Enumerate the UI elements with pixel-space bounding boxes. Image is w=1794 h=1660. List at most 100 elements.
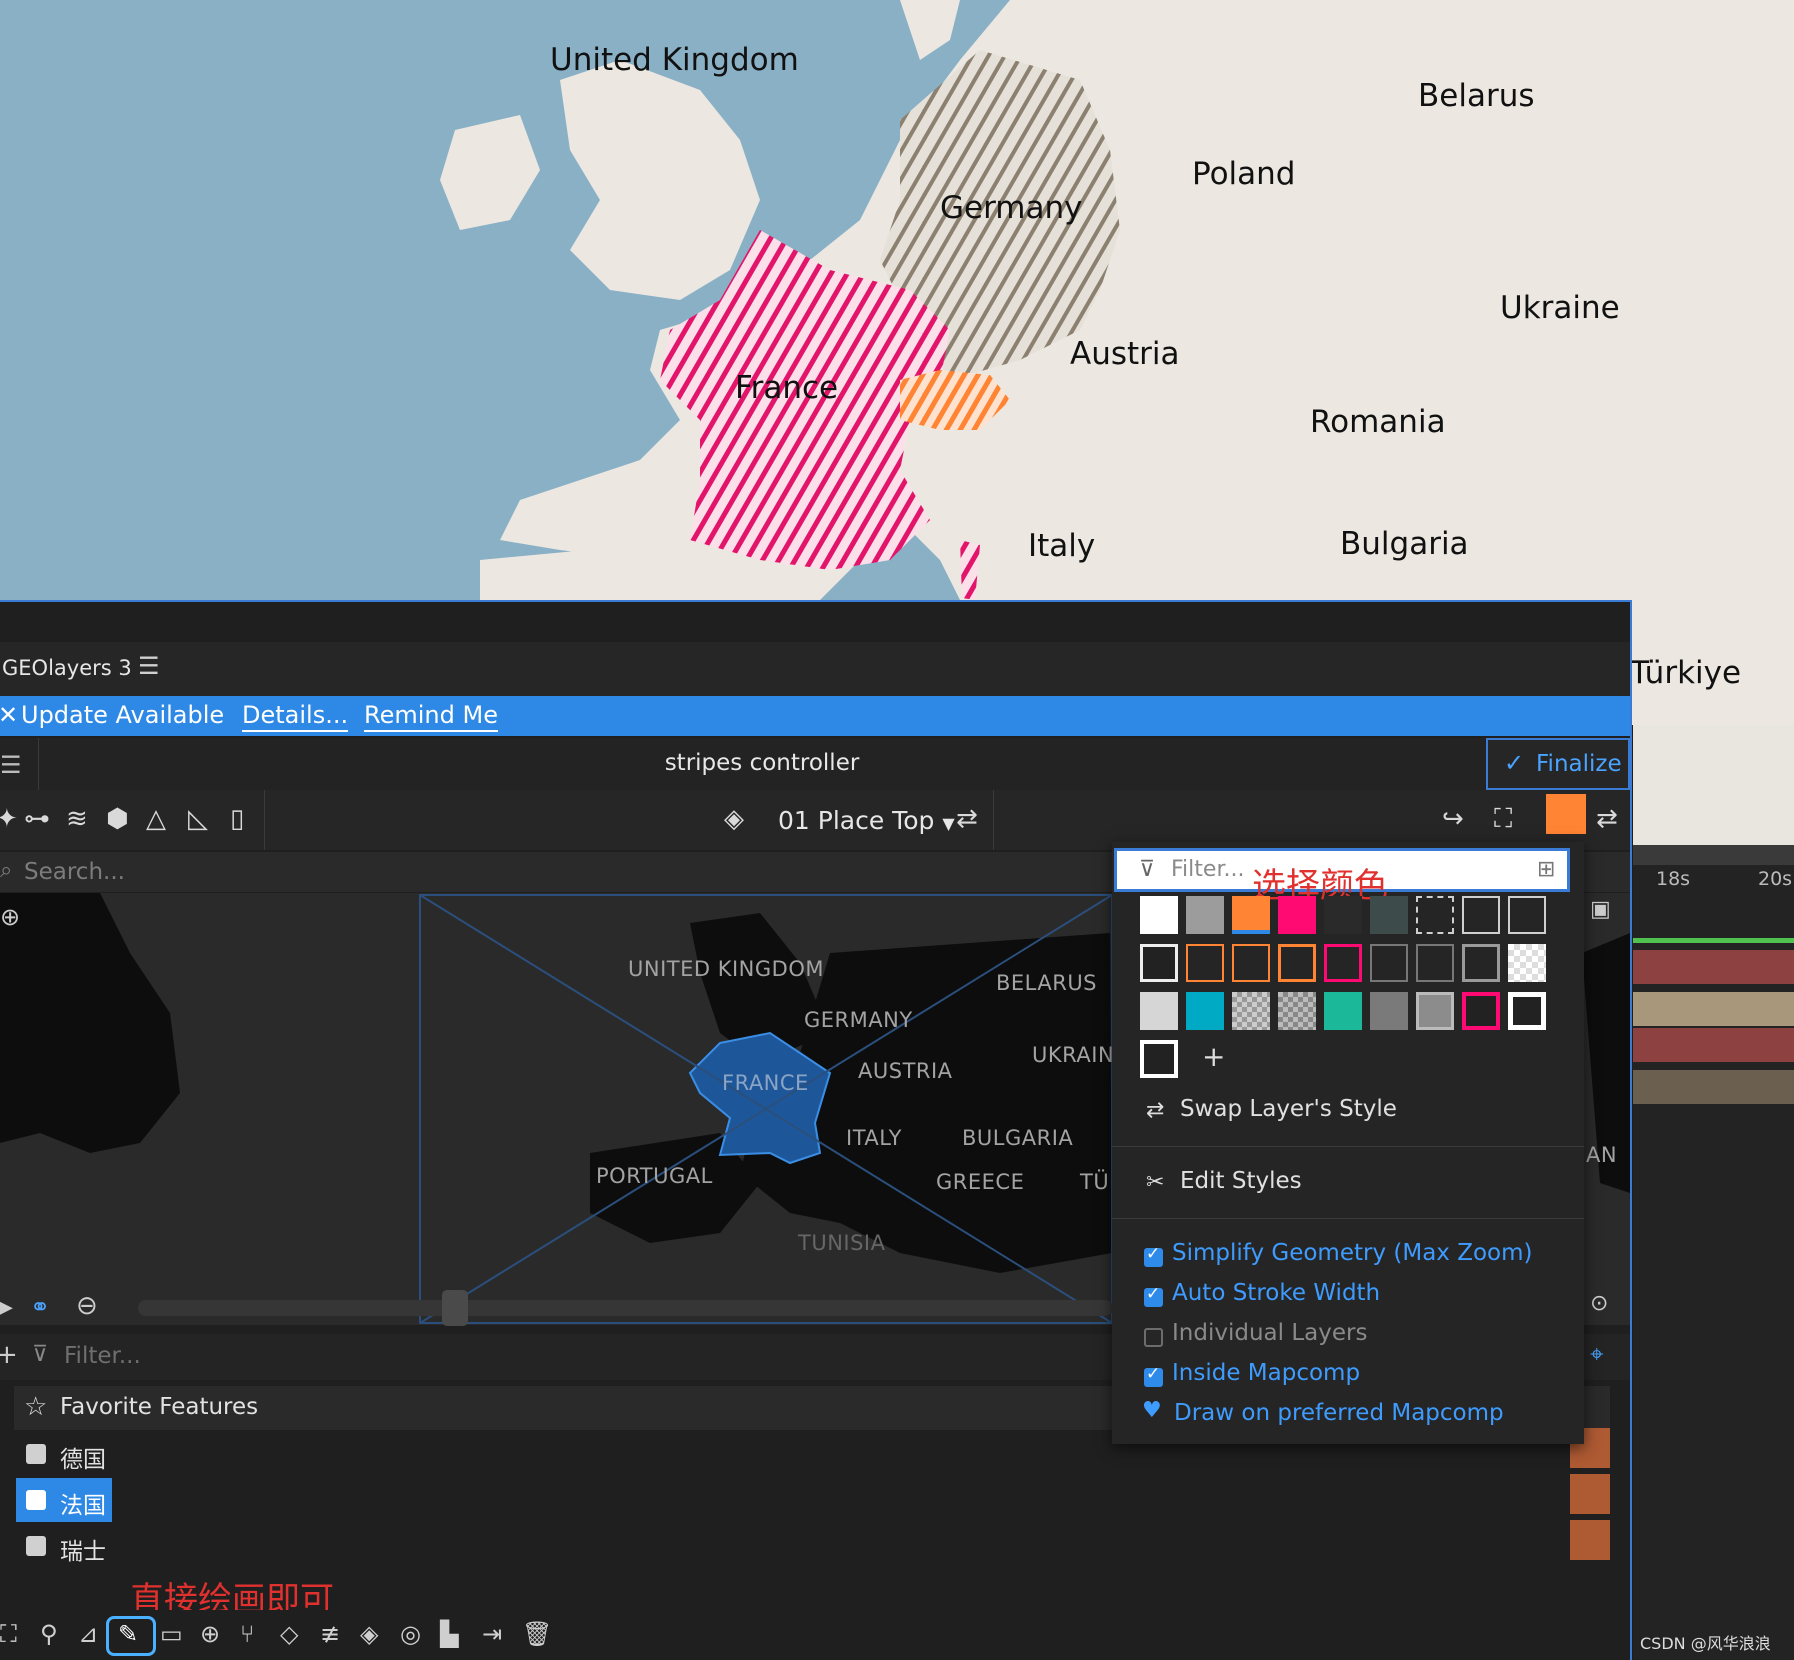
swap-icon[interactable]: ⇄ [1596, 804, 1618, 834]
crosshair-icon[interactable]: ⊕ [0, 903, 20, 931]
mountain-icon[interactable]: △ [146, 804, 166, 834]
tag-icon[interactable]: ⊿ [78, 1620, 98, 1648]
style-swatch[interactable] [1416, 944, 1454, 982]
style-preview-icon[interactable]: ◈ [724, 804, 744, 834]
pin-icon[interactable]: ✦ [0, 804, 18, 834]
style-swatch[interactable] [1324, 944, 1362, 982]
zoom-slider-handle[interactable] [442, 1290, 468, 1326]
target-icon[interactable]: ◎ [400, 1620, 421, 1648]
add-style-button[interactable]: + [1202, 1040, 1225, 1073]
route-icon[interactable]: ⑂ [240, 1620, 254, 1648]
style-swatch-selected[interactable] [1232, 896, 1270, 934]
simplify-geometry-checkbox[interactable] [1144, 1244, 1163, 1267]
folder-icon[interactable]: ▭ [160, 1620, 183, 1648]
style-swatch[interactable] [1324, 992, 1362, 1030]
style-swatch[interactable] [1278, 992, 1316, 1030]
swap-style-menu-item[interactable]: Swap Layer's Style [1180, 1096, 1397, 1122]
style-swatch[interactable] [1416, 896, 1454, 934]
style-swatch[interactable] [1324, 896, 1362, 934]
style-swatch[interactable] [1278, 896, 1316, 934]
code-file-icon[interactable]: ▯ [230, 804, 244, 834]
individual-layers-label[interactable]: Individual Layers [1172, 1320, 1367, 1346]
zoom-out-icon[interactable]: ⊖ [76, 1291, 98, 1321]
zoom-slider-track[interactable] [138, 1300, 1113, 1316]
edit-styles-menu-item[interactable]: Edit Styles [1180, 1168, 1302, 1194]
style-swatch[interactable] [1462, 896, 1500, 934]
feature-row-selected[interactable]: 法国 [14, 1478, 1610, 1522]
auto-stroke-label[interactable]: Auto Stroke Width [1172, 1280, 1380, 1306]
export-icon[interactable]: ⇥ [482, 1620, 502, 1648]
pin-icon[interactable]: ⚲ [40, 1620, 58, 1648]
timeline-layer-bar[interactable] [1633, 950, 1794, 984]
feature-filter-input[interactable]: Filter... [64, 1343, 141, 1369]
vector-icon[interactable]: ◇ [280, 1620, 298, 1648]
marquee-icon[interactable]: ⛶ [0, 1620, 17, 1648]
cube-icon[interactable]: ⬢ [106, 804, 129, 834]
individual-layers-checkbox[interactable] [1144, 1328, 1163, 1347]
grid-view-icon[interactable]: ⊞ [1537, 857, 1555, 882]
compass-icon[interactable]: ⊙ [1590, 1291, 1608, 1316]
style-swatch[interactable] [1462, 944, 1500, 982]
timeline-layer-bar[interactable] [1633, 992, 1794, 1026]
style-select[interactable]: 01 Place Top ▼ [778, 806, 955, 835]
timeline-layer-bar[interactable] [1633, 1028, 1794, 1062]
timeline-layer-bar[interactable] [1633, 1070, 1794, 1104]
timeline-ruler-bg [1633, 845, 1794, 865]
share-icon[interactable]: ↪ [1442, 804, 1464, 834]
style-swatch[interactable] [1232, 944, 1270, 982]
map-label-turkiye: Türkiye [1630, 655, 1742, 691]
image-icon[interactable]: ▣ [1590, 897, 1611, 922]
feature-row[interactable]: 瑞士 [14, 1524, 1610, 1568]
waves-icon[interactable]: ≋ [66, 804, 88, 834]
feature-style-chip[interactable] [1570, 1520, 1610, 1560]
style-swatch[interactable] [1508, 992, 1546, 1030]
panel-menu-icon[interactable]: ☰ [138, 652, 160, 680]
finalize-button[interactable]: ✓ Finalize [1486, 738, 1630, 790]
trash-icon[interactable]: 🗑 [522, 1620, 552, 1648]
preferred-mapcomp-label[interactable]: Draw on preferred Mapcomp [1174, 1400, 1504, 1426]
play-icon[interactable]: ▶ [0, 1295, 13, 1320]
style-swatch[interactable] [1186, 944, 1224, 982]
feature-style-chip[interactable] [1570, 1474, 1610, 1514]
style-swatch[interactable] [1140, 896, 1178, 934]
remind-me-link[interactable]: Remind Me [364, 701, 498, 732]
style-swatch[interactable] [1140, 1040, 1178, 1078]
map-pin-icon[interactable]: ⌖ [1590, 1340, 1604, 1368]
style-swatch[interactable] [1140, 944, 1178, 982]
style-swatch[interactable] [1278, 944, 1316, 982]
zoom-in-icon[interactable]: ⊕ [200, 1620, 220, 1648]
popover-filter-input[interactable]: Filter... [1171, 857, 1244, 882]
chart-icon[interactable]: ▙ [440, 1620, 458, 1648]
style-swatch[interactable] [1370, 896, 1408, 934]
style-swatch[interactable] [1508, 896, 1546, 934]
feature-checkbox[interactable] [26, 1444, 46, 1464]
close-icon[interactable]: ✕ [0, 701, 18, 729]
style-swatch[interactable] [1370, 944, 1408, 982]
update-details-link[interactable]: Details... [242, 701, 349, 732]
style-swatch[interactable] [1370, 992, 1408, 1030]
draw-button-highlight[interactable] [106, 1616, 156, 1656]
style-swatch[interactable] [1186, 992, 1224, 1030]
color-swatch-button[interactable] [1546, 794, 1586, 834]
style-swatch[interactable] [1416, 992, 1454, 1030]
style-swatch[interactable] [1508, 944, 1546, 982]
feature-checkbox[interactable] [26, 1536, 46, 1556]
gamepad-icon[interactable]: ⊶ [24, 804, 50, 834]
style-edit-icon[interactable]: ⛶ [1494, 804, 1512, 834]
inside-mapcomp-checkbox[interactable] [1144, 1364, 1163, 1387]
swap-icon[interactable]: ⇄ [956, 804, 978, 834]
style-swatch[interactable] [1462, 992, 1500, 1030]
style-swatch[interactable] [1140, 992, 1178, 1030]
chart-area-icon[interactable]: ◺ [188, 804, 208, 834]
inside-mapcomp-label[interactable]: Inside Mapcomp [1172, 1360, 1360, 1386]
auto-stroke-checkbox[interactable] [1144, 1284, 1163, 1307]
link-icon[interactable]: ⚭ [30, 1293, 50, 1321]
search-input[interactable]: Search... [24, 859, 125, 885]
add-icon[interactable]: + [0, 1340, 18, 1370]
style-swatch[interactable] [1186, 896, 1224, 934]
feature-checkbox[interactable] [26, 1490, 46, 1510]
simplify-geometry-label[interactable]: Simplify Geometry (Max Zoom) [1172, 1240, 1533, 1266]
style-swatch[interactable] [1232, 992, 1270, 1030]
layers-icon[interactable]: ◈ [360, 1620, 378, 1648]
layers-add-icon[interactable]: ≢ [320, 1620, 340, 1648]
